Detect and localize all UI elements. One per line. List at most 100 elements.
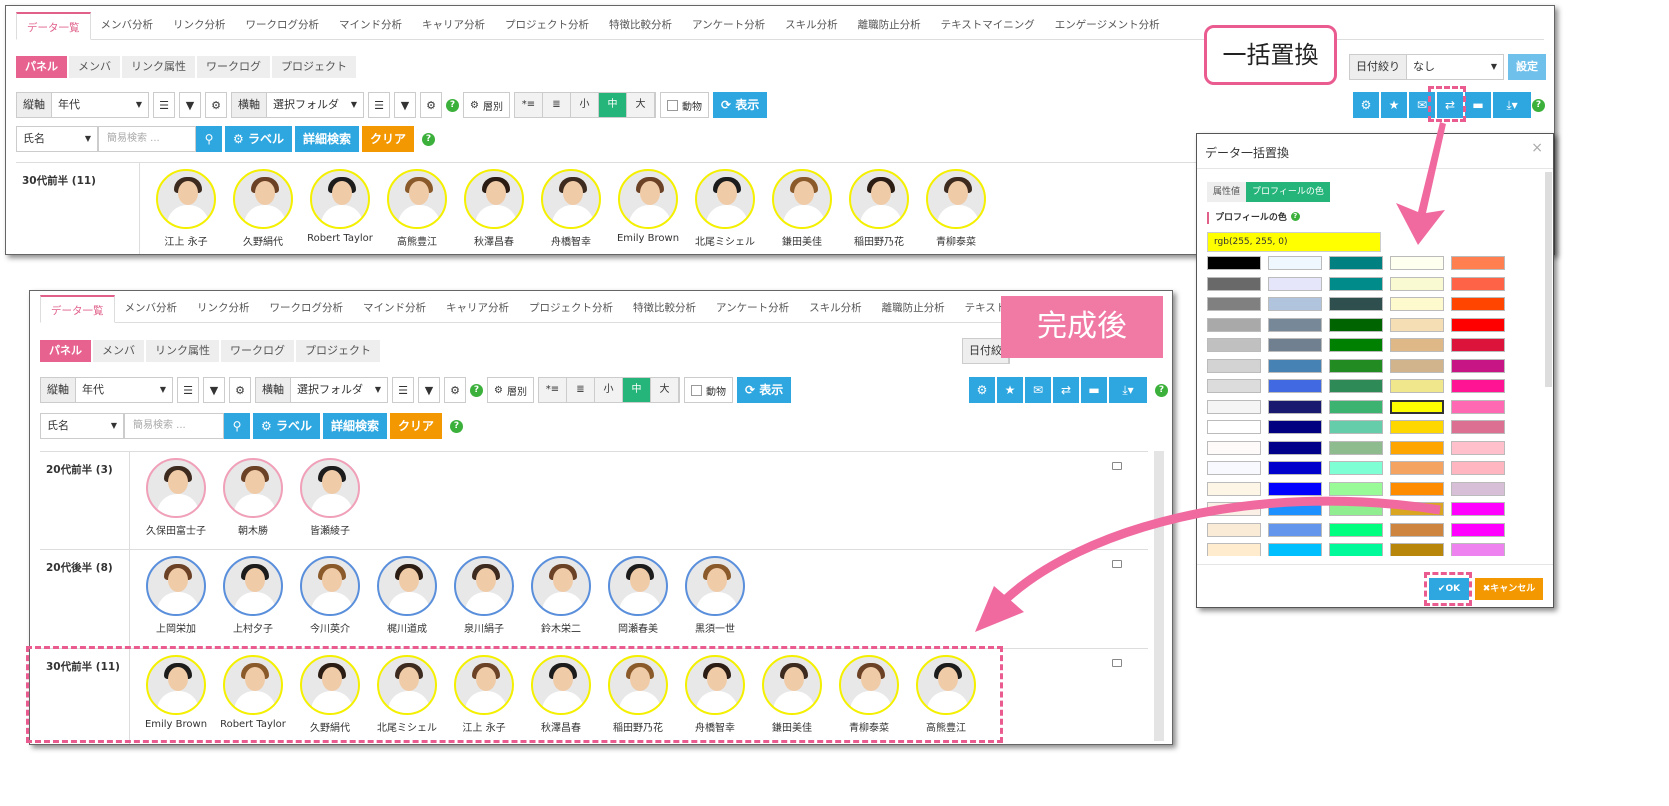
help-icon[interactable]: ? xyxy=(1155,384,1168,397)
gear-icon[interactable]: ⚙ xyxy=(444,377,466,403)
avatar[interactable] xyxy=(387,169,447,229)
person-card[interactable]: 皆瀬綾子 xyxy=(298,458,362,537)
tab-5[interactable]: キャリア分析 xyxy=(412,11,495,39)
color-swatch[interactable] xyxy=(1390,399,1444,414)
filter-icon[interactable]: ▼ xyxy=(394,92,416,118)
color-swatch[interactable] xyxy=(1451,522,1505,537)
size-medium[interactable]: 中 xyxy=(598,93,627,117)
color-swatch[interactable] xyxy=(1329,256,1383,270)
color-swatch[interactable] xyxy=(1451,543,1505,556)
color-swatch[interactable] xyxy=(1390,440,1444,455)
color-swatch[interactable] xyxy=(1329,358,1383,373)
gear-icon[interactable]: ⚙ xyxy=(420,92,442,118)
avatar[interactable] xyxy=(849,169,909,229)
help-icon[interactable]: ? xyxy=(1290,212,1300,221)
person-card[interactable]: 秋澤昌春 xyxy=(462,169,526,248)
folder-icon[interactable]: ▬ xyxy=(1465,92,1491,118)
color-swatch[interactable] xyxy=(1390,317,1444,332)
color-swatch[interactable] xyxy=(1207,522,1261,537)
help-icon[interactable]: ? xyxy=(1532,99,1545,112)
show-button[interactable]: ⟳ 表示 xyxy=(736,377,792,403)
color-swatch[interactable] xyxy=(1268,461,1322,475)
person-card[interactable]: 泉川絹子 xyxy=(452,556,516,635)
color-swatch[interactable] xyxy=(1268,481,1322,496)
color-swatch[interactable] xyxy=(1268,379,1322,393)
color-swatch[interactable] xyxy=(1329,481,1383,496)
color-swatch[interactable] xyxy=(1329,461,1383,475)
tab-6[interactable]: プロジェクト分析 xyxy=(519,294,623,322)
pill-4[interactable]: プロジェクト xyxy=(272,56,356,78)
color-swatch[interactable] xyxy=(1390,420,1444,434)
help-icon[interactable]: ? xyxy=(449,419,463,433)
avatar[interactable] xyxy=(377,556,437,616)
color-swatch[interactable] xyxy=(1329,522,1383,537)
color-swatch[interactable] xyxy=(1207,502,1261,516)
person-card[interactable]: 岡瀬春美 xyxy=(606,556,670,635)
avatar[interactable] xyxy=(541,169,601,229)
avatar[interactable] xyxy=(685,556,745,616)
avatar[interactable] xyxy=(531,556,591,616)
avatar[interactable] xyxy=(233,169,293,229)
size-small[interactable]: 小 xyxy=(594,378,623,402)
person-card[interactable]: 朝木勝 xyxy=(221,458,285,537)
pill-0[interactable]: パネル xyxy=(16,56,67,78)
tab-9[interactable]: スキル分析 xyxy=(775,11,848,39)
tab-7[interactable]: 特徴比較分析 xyxy=(599,11,682,39)
filter-icon[interactable]: ▼ xyxy=(418,377,440,403)
color-swatch[interactable] xyxy=(1207,297,1261,311)
size-small[interactable]: 小 xyxy=(570,93,599,117)
person-card[interactable]: 青柳泰菜 xyxy=(924,169,988,248)
help-icon[interactable]: ? xyxy=(421,132,435,146)
color-swatch[interactable] xyxy=(1329,379,1383,393)
color-swatch[interactable] xyxy=(1207,440,1261,455)
person-card[interactable]: 上岡栄加 xyxy=(144,556,208,635)
star-icon[interactable]: ★ xyxy=(997,377,1023,403)
avatar[interactable] xyxy=(695,169,755,229)
size-toggle[interactable]: *≡ ≣ 小中大 xyxy=(513,92,656,118)
color-swatch[interactable] xyxy=(1390,256,1444,270)
color-swatch[interactable] xyxy=(1451,317,1505,332)
download-icon[interactable]: ⤓▾ xyxy=(1493,92,1531,118)
color-swatch[interactable] xyxy=(1207,481,1261,496)
tab-6[interactable]: プロジェクト分析 xyxy=(495,11,599,39)
color-swatch[interactable] xyxy=(1268,256,1322,270)
color-swatch[interactable] xyxy=(1329,297,1383,311)
color-swatch[interactable] xyxy=(1207,358,1261,373)
person-card[interactable]: 北尾ミシェル xyxy=(693,169,757,248)
person-card[interactable]: 今川英介 xyxy=(298,556,362,635)
layer-button[interactable]: ⚙ 層別 xyxy=(463,92,510,118)
avatar[interactable] xyxy=(300,458,360,518)
name-field-select[interactable]: 氏名 xyxy=(40,413,124,439)
gear-icon[interactable]: ⚙ xyxy=(205,92,227,118)
color-swatch[interactable] xyxy=(1268,317,1322,332)
close-icon[interactable]: × xyxy=(1531,140,1543,156)
color-swatch[interactable] xyxy=(1390,297,1444,311)
color-swatch[interactable] xyxy=(1329,502,1383,516)
search-input[interactable]: 簡易検索 ... xyxy=(98,126,196,152)
pill-2[interactable]: リンク属性 xyxy=(146,340,219,362)
advanced-search-button[interactable]: 詳細検索 xyxy=(322,413,387,439)
replace-icon[interactable]: ⇄ xyxy=(1053,377,1079,403)
color-swatch[interactable] xyxy=(1268,399,1322,414)
filter-icon[interactable]: ▼ xyxy=(179,92,201,118)
animal-checkbox[interactable]: 動物 xyxy=(659,92,709,118)
layer-button[interactable]: ⚙ 層別 xyxy=(487,377,534,403)
tab-3[interactable]: ワークログ分析 xyxy=(260,294,354,322)
person-card[interactable]: Robert Taylor xyxy=(307,169,373,248)
grid-view-icon[interactable]: ≣ xyxy=(566,378,595,402)
person-card[interactable]: 黒須一世 xyxy=(683,556,747,635)
gear-icon[interactable]: ⚙ xyxy=(229,377,251,403)
person-card[interactable]: 鎌田美佳 xyxy=(770,169,834,248)
color-swatch[interactable] xyxy=(1451,399,1505,414)
color-swatch[interactable] xyxy=(1207,543,1261,556)
color-swatch[interactable] xyxy=(1207,379,1261,393)
avatar[interactable] xyxy=(772,169,832,229)
tab-7[interactable]: 特徴比較分析 xyxy=(623,294,706,322)
pill-0[interactable]: パネル xyxy=(40,340,91,362)
avatar[interactable] xyxy=(300,556,360,616)
person-card[interactable]: 高熊豊江 xyxy=(385,169,449,248)
color-swatch[interactable] xyxy=(1451,379,1505,393)
list-icon[interactable]: ☰ xyxy=(177,377,199,403)
grid-view-icon[interactable]: ≣ xyxy=(542,93,571,117)
size-toggle[interactable]: *≡ ≣ 小中大 xyxy=(537,377,680,403)
